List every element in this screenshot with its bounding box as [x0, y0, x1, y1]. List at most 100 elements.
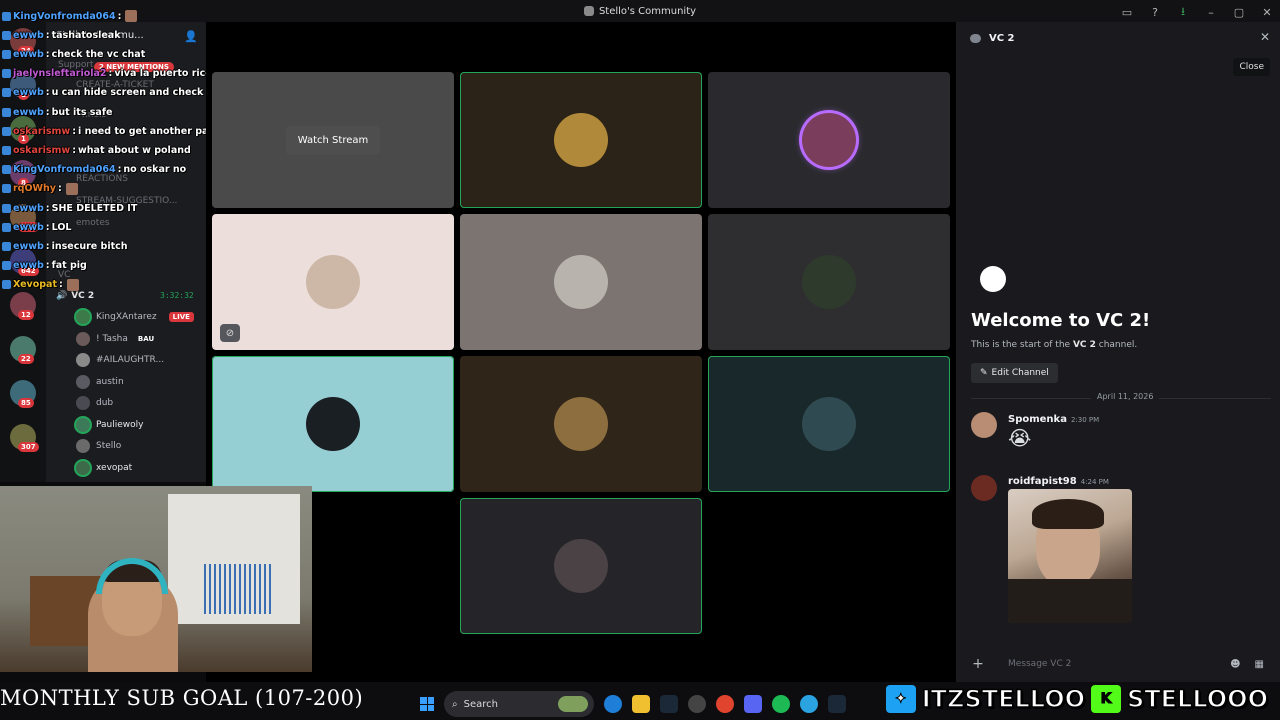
- window-controls: ▭ ? ⭳ – ▢ ✕: [1120, 3, 1274, 22]
- participant-tile[interactable]: [708, 356, 950, 492]
- voice-user-name: austin: [96, 376, 124, 387]
- participant-tile[interactable]: Watch Stream: [212, 72, 454, 208]
- avatar[interactable]: [971, 412, 997, 438]
- obs-icon[interactable]: [688, 695, 706, 713]
- windows-start-icon[interactable]: [420, 697, 434, 711]
- vc-chat-panel: VC 2 ✕ Close Welcome to VC 2! This is th…: [956, 22, 1280, 682]
- channel-stream-suggestions[interactable]: STREAM-SUGGESTIO...: [76, 196, 177, 206]
- channel-reactions[interactable]: REACTIONS: [76, 174, 128, 184]
- author-name: Spomenka: [1008, 414, 1067, 425]
- channel-create-ticket[interactable]: CREATE-A-TICKET: [76, 80, 154, 90]
- date-label: April 11, 2026: [1091, 392, 1160, 401]
- webcam-whiteboard: [168, 494, 300, 624]
- emoji-icon[interactable]: ☻: [1230, 659, 1240, 670]
- welcome-subtitle: This is the start of the VC 2 channel.: [971, 340, 1137, 350]
- telegram-icon[interactable]: [800, 695, 818, 713]
- apps-icon[interactable]: ▦: [1255, 659, 1264, 670]
- maximize-icon[interactable]: ▢: [1232, 6, 1246, 19]
- chat-bubble-icon: [980, 266, 1006, 292]
- server-badge: 85: [18, 398, 34, 408]
- participant-tile[interactable]: [460, 356, 702, 492]
- voice-user[interactable]: xevopat: [76, 459, 196, 477]
- server-tag: BAU: [137, 334, 155, 343]
- server-badge: 8: [18, 178, 29, 188]
- message-input[interactable]: + Message VC 2 ☻ ▦: [966, 652, 1270, 676]
- server-badge: 642: [18, 266, 39, 276]
- close-panel-icon[interactable]: ✕: [1260, 30, 1270, 44]
- live-badge: LIVE: [168, 312, 194, 322]
- server-badge: 307: [18, 442, 39, 452]
- spotify-icon[interactable]: [772, 695, 790, 713]
- avatar: [76, 331, 90, 346]
- voice-user[interactable]: #AILAUGHTR...: [76, 351, 196, 369]
- search-highlight-thumb: [558, 696, 588, 712]
- avatar: [76, 439, 90, 453]
- close-icon[interactable]: ✕: [1260, 6, 1274, 19]
- avatar: [76, 353, 90, 367]
- message-placeholder: Message VC 2: [1008, 659, 1072, 669]
- channel-list: Stello's Commu... 👤 2 NEW MENTIONS Suppo…: [46, 22, 206, 482]
- steam-icon[interactable]: [660, 695, 678, 713]
- avatar: [802, 255, 856, 309]
- discord-icon[interactable]: [744, 695, 762, 713]
- avatar: [554, 397, 608, 451]
- voice-user[interactable]: dub: [76, 394, 196, 412]
- avatar: [76, 417, 90, 432]
- file-explorer-icon[interactable]: [632, 695, 650, 713]
- edit-channel-button[interactable]: ✎ Edit Channel: [971, 363, 1058, 383]
- webcam-bars: [204, 564, 274, 614]
- participant-tile[interactable]: ⊘: [212, 214, 454, 350]
- message-author[interactable]: roidfapist98 4:24 PM: [1008, 476, 1109, 487]
- voice-user-name: ! Tasha: [96, 333, 128, 344]
- speaker-icon: 🔊: [56, 291, 68, 301]
- participant-tile[interactable]: [708, 72, 950, 208]
- help-icon[interactable]: ?: [1148, 6, 1162, 19]
- chrome-icon[interactable]: [716, 695, 734, 713]
- avatar[interactable]: [971, 475, 997, 501]
- input-actions: ☻ ▦: [1230, 659, 1264, 670]
- steam-icon[interactable]: [828, 695, 846, 713]
- webcam-overlay: [0, 486, 312, 672]
- voice-user[interactable]: Pauliewoly: [76, 416, 196, 434]
- download-icon[interactable]: ⭳: [1176, 3, 1190, 22]
- add-member-icon[interactable]: 👤: [184, 30, 198, 43]
- author-name: roidfapist98: [1008, 476, 1077, 487]
- edge-icon[interactable]: [604, 695, 622, 713]
- voice-user[interactable]: KingXAntarez LIVE: [76, 308, 196, 326]
- attach-plus-icon[interactable]: +: [966, 656, 990, 672]
- participant-tile[interactable]: [460, 72, 702, 208]
- channel-support[interactable]: Support: [58, 60, 94, 70]
- window-title-text: Stello's Community: [598, 5, 697, 17]
- watch-stream-button[interactable]: Watch Stream: [285, 125, 381, 155]
- voice-user-name: Stello: [96, 441, 122, 451]
- sub-goal-text: MONTHLY SUB GOAL (107-200): [0, 686, 364, 710]
- welcome-prefix: This is the start of the: [971, 340, 1073, 350]
- twitter-handle: ITZSTELLOO: [921, 684, 1086, 714]
- avatar: [76, 460, 90, 475]
- muted-mic-icon: ⊘: [220, 324, 240, 342]
- avatar: [306, 255, 360, 309]
- voice-stage: Watch Stream ⊘: [206, 22, 956, 682]
- avatar: [554, 255, 608, 309]
- chat-bubble-icon: [970, 33, 981, 43]
- voice-user[interactable]: austin: [76, 373, 196, 391]
- participant-tile[interactable]: [212, 356, 454, 492]
- participant-tile[interactable]: [460, 498, 702, 634]
- category-channels[interactable]: nnels: [82, 110, 106, 120]
- avatar: [802, 113, 856, 167]
- participant-tile[interactable]: [460, 214, 702, 350]
- message-author[interactable]: Spomenka 2:30 PM: [1008, 414, 1099, 425]
- voice-user[interactable]: Stello: [76, 437, 196, 455]
- message-image-attachment[interactable]: [1008, 489, 1132, 623]
- voice-user[interactable]: ! Tasha BAU: [76, 330, 196, 348]
- channel-emotes[interactable]: emotes: [76, 218, 110, 228]
- kick-handle: STELLOOO: [1126, 684, 1269, 714]
- server-name[interactable]: Stello's Commu...: [56, 30, 144, 41]
- taskbar-search[interactable]: ⌕ Search: [444, 691, 594, 717]
- category-vc[interactable]: VC: [58, 270, 70, 280]
- inbox-icon[interactable]: ▭: [1120, 6, 1134, 19]
- minimize-icon[interactable]: –: [1204, 6, 1218, 19]
- message-timestamp: 2:30 PM: [1070, 416, 1100, 424]
- new-mentions-pill[interactable]: 2 NEW MENTIONS: [94, 62, 174, 72]
- participant-tile[interactable]: [708, 214, 950, 350]
